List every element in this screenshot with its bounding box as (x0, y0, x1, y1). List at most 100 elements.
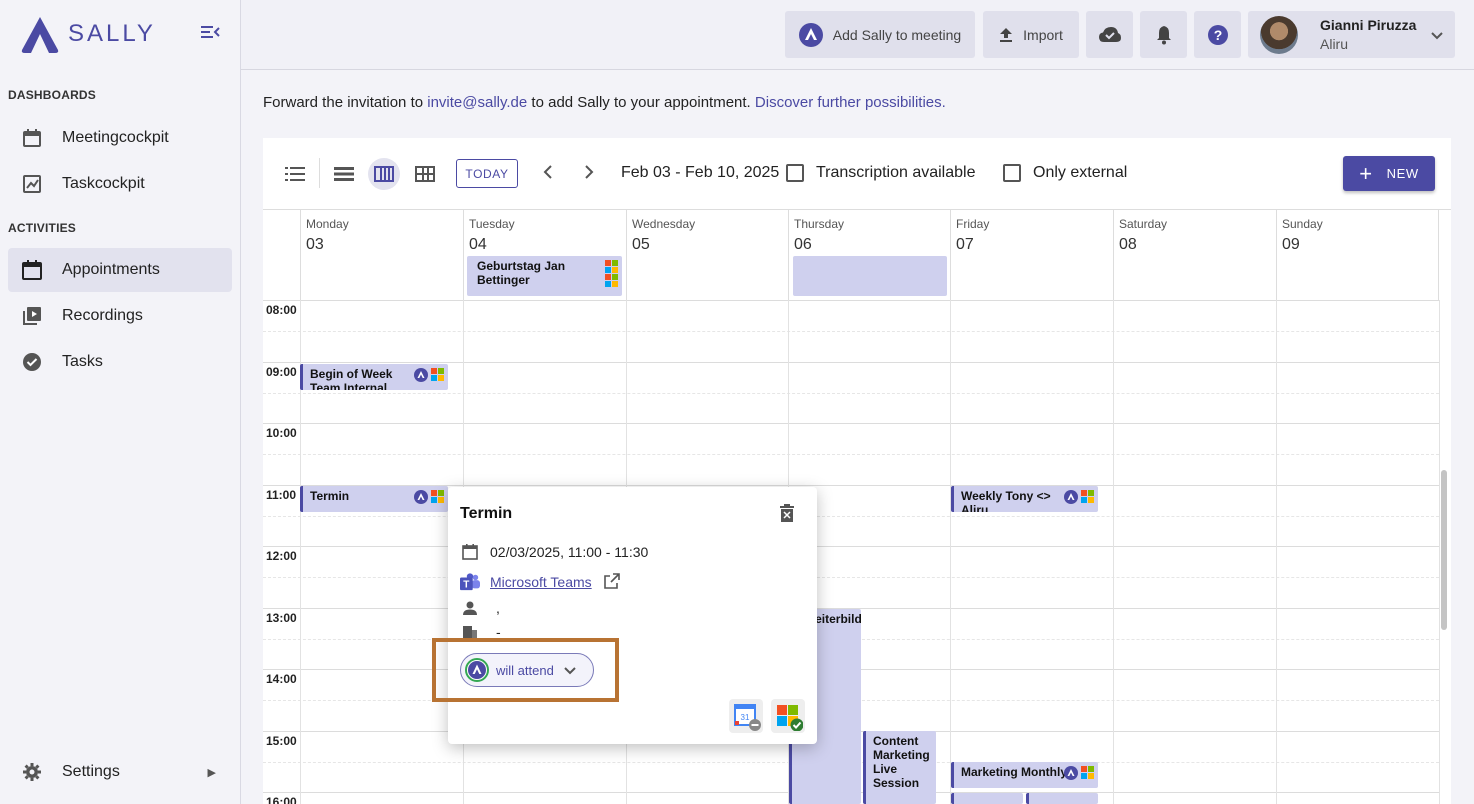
list-view-icon[interactable] (283, 162, 307, 186)
toolbar-divider (319, 158, 320, 188)
calendar-icon (22, 128, 42, 148)
only-external-label: Only external (1033, 164, 1128, 181)
only-external-checkbox[interactable]: Only external (1003, 164, 1127, 182)
event-content-marketing[interactable]: Content Marketing Live Session (863, 731, 936, 804)
cloud-sync-button[interactable] (1086, 11, 1133, 58)
invite-email-link[interactable]: invite@sally.de (427, 94, 527, 111)
popup-datetime-row: 02/03/2025, 11:00 - 11:30 (460, 544, 648, 560)
grid-col-line (1439, 300, 1440, 804)
sidebar-item-recordings[interactable]: Recordings (8, 294, 232, 338)
event-birthday[interactable]: Geburtstag Jan Bettinger (467, 256, 622, 296)
google-calendar-button[interactable]: 31 (729, 699, 763, 733)
open-external-icon[interactable] (603, 572, 620, 592)
grid-half-line (263, 393, 1439, 394)
discover-link[interactable]: Discover further possibilities. (755, 94, 946, 111)
add-sally-button[interactable]: Add Sally to meeting (785, 11, 975, 58)
event-friday-late-1[interactable] (951, 793, 1023, 804)
event-allday-thursday[interactable] (793, 256, 947, 296)
event-begin-week[interactable]: Begin of Week Team Internal (300, 364, 448, 390)
delete-button[interactable] (779, 504, 795, 527)
day-header-sunday[interactable]: Sunday 09 (1276, 210, 1439, 300)
attendance-label: will attend (496, 662, 554, 678)
bell-icon (1156, 25, 1171, 44)
popup-title: Termin (460, 505, 513, 522)
month-view-icon[interactable] (413, 162, 437, 186)
sally-icon (798, 22, 823, 47)
day-header-saturday[interactable]: Saturday 08 (1113, 210, 1276, 300)
new-appointment-button[interactable]: + NEW (1343, 156, 1435, 191)
day-date: 08 (1119, 236, 1137, 253)
import-label: Import (1023, 26, 1063, 43)
popup-datetime: 02/03/2025, 11:00 - 11:30 (490, 544, 649, 560)
event-badges (1064, 766, 1094, 780)
grid-line (263, 546, 1439, 547)
event-marketing-monthly[interactable]: Marketing Monthly (951, 762, 1098, 788)
microsoft-icon (431, 490, 444, 504)
day-header-friday[interactable]: Friday 07 (950, 210, 1113, 300)
teams-icon: T (460, 572, 480, 592)
week-view-icon[interactable] (368, 158, 400, 190)
today-button[interactable]: TODAY (456, 159, 518, 188)
event-title: Content Marketing Live Session (873, 734, 930, 790)
microsoft-icon (1081, 490, 1094, 504)
event-title: Weekly Tony <> Aliru (961, 489, 1051, 512)
microsoft-calendar-button[interactable] (771, 699, 805, 733)
sidebar-item-appointments[interactable]: Appointments (8, 248, 232, 292)
sidebar-item-label: Appointments (62, 261, 160, 278)
microsoft-teams-link[interactable]: Microsoft Teams (490, 574, 592, 590)
time-label: 12:00 (266, 549, 297, 563)
grid-col-line (1113, 300, 1114, 804)
popup-location: - (496, 625, 501, 639)
chevron-right-icon: ▶ (207, 766, 216, 779)
sally-icon (465, 658, 489, 682)
info-middle: to add Sally to your appointment. (531, 94, 751, 111)
sally-icon (414, 368, 428, 382)
section-label-dashboards: DASHBOARDS (8, 88, 97, 102)
calendar-icon (22, 260, 42, 280)
day-date: 06 (794, 236, 812, 253)
avatar (1260, 15, 1298, 54)
next-week-button[interactable] (584, 163, 594, 184)
time-label: 14:00 (266, 672, 297, 686)
sidebar-item-tasks[interactable]: Tasks (8, 340, 232, 384)
sally-logo-icon (21, 17, 59, 53)
transcription-checkbox[interactable]: Transcription available (786, 164, 975, 182)
import-button[interactable]: Import (983, 11, 1079, 58)
popup-person-row: , (460, 600, 500, 616)
sidebar-item-settings[interactable]: Settings ▶ (8, 750, 232, 794)
day-date: 04 (469, 236, 487, 253)
prev-week-button[interactable] (543, 163, 553, 184)
day-header-wednesday[interactable]: Wednesday 05 (626, 210, 788, 300)
sally-icon (414, 490, 428, 504)
microsoft-icon (777, 705, 803, 731)
sally-logo[interactable]: SALLY (18, 14, 156, 54)
new-label: NEW (1386, 166, 1419, 181)
scrollbar[interactable] (1441, 470, 1447, 630)
day-name: Sunday (1282, 217, 1323, 231)
svg-text:?: ? (1213, 27, 1222, 43)
day-view-icon[interactable] (332, 162, 356, 186)
add-sally-label: Add Sally to meeting (832, 26, 962, 43)
help-button[interactable]: ? (1194, 11, 1241, 58)
event-title: Termin (310, 489, 350, 503)
microsoft-icon (431, 368, 444, 382)
section-label-activities: ACTIVITIES (8, 221, 77, 235)
grid-line (263, 423, 1439, 424)
sidebar-item-meetingcockpit[interactable]: Meetingcockpit (8, 116, 232, 160)
sidebar-item-taskcockpit[interactable]: Taskcockpit (8, 162, 232, 206)
notifications-button[interactable] (1140, 11, 1187, 58)
person-icon (460, 600, 480, 616)
grid-half-line (263, 577, 1439, 578)
collapse-sidebar-button[interactable] (200, 24, 224, 44)
time-label: 13:00 (266, 611, 297, 625)
event-weekly-tony[interactable]: Weekly Tony <> Aliru (951, 486, 1098, 512)
time-label: 11:00 (266, 488, 297, 502)
svg-text:T: T (463, 579, 469, 590)
user-menu[interactable]: Gianni Piruzza Aliru (1248, 11, 1455, 58)
event-friday-late-2[interactable] (1026, 793, 1098, 804)
attendance-dropdown[interactable]: will attend (460, 653, 594, 687)
day-header-monday[interactable]: Monday 03 (300, 210, 463, 300)
event-termin[interactable]: Termin (300, 486, 448, 512)
day-date: 05 (632, 236, 650, 253)
sidebar-item-label: Recordings (62, 307, 143, 324)
